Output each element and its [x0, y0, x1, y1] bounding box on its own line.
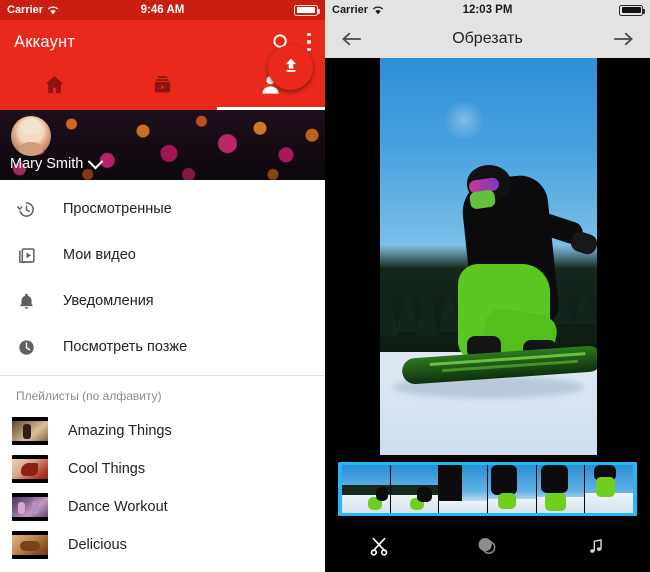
list-item[interactable]: Delicious	[0, 526, 325, 564]
filmstrip-frame[interactable]	[439, 465, 489, 513]
page-title: Аккаунт	[14, 32, 76, 51]
subscriptions-icon	[152, 74, 173, 100]
status-bar-carrier-group: Carrier	[7, 4, 59, 16]
status-bar-right: Carrier 12:03 PM	[325, 0, 650, 20]
tab-subscriptions[interactable]	[108, 64, 216, 110]
tab-home[interactable]	[0, 64, 108, 110]
filmstrip-frame[interactable]	[488, 465, 537, 513]
trim-toolbar	[325, 524, 650, 572]
battery-full-icon	[619, 4, 645, 16]
playlist-label: Dance Workout	[68, 499, 168, 515]
upload-button[interactable]	[268, 45, 313, 90]
wifi-icon	[47, 6, 59, 15]
wifi-icon	[372, 6, 384, 15]
chevron-down-icon	[88, 153, 104, 169]
carrier-label: Carrier	[7, 4, 44, 16]
menu-item-notifications[interactable]: Уведомления	[0, 278, 325, 324]
battery-full-icon	[294, 4, 320, 16]
account-switcher[interactable]: Mary Smith	[10, 153, 104, 172]
filmstrip-frame[interactable]	[585, 465, 634, 513]
filmstrip-frame[interactable]	[390, 465, 440, 513]
filmstrip-track[interactable]	[338, 462, 637, 516]
trim-filmstrip[interactable]	[325, 458, 650, 520]
menu-item-label: Просмотренные	[63, 201, 172, 217]
page-title: Обрезать	[452, 30, 523, 47]
menu-item-label: Мои видео	[63, 247, 136, 263]
playlist-thumbnail	[12, 417, 48, 445]
trim-body	[325, 58, 650, 572]
playlist-label: Cool Things	[68, 461, 146, 477]
scissors-icon	[368, 535, 390, 562]
video-frame	[380, 58, 597, 455]
playlist-thumbnail	[12, 493, 48, 521]
arrow-left-icon[interactable]	[341, 31, 363, 47]
youtube-account-screen: Carrier 9:46 AM Аккаунт Mary Smith Просм…	[0, 0, 325, 572]
playlist-thumbnail	[12, 455, 48, 483]
menu-item-label: Уведомления	[63, 293, 154, 309]
trim-app-bar: Обрезать	[325, 20, 650, 58]
menu-item-watch-later[interactable]: Посмотреть позже	[0, 324, 325, 370]
menu-item-my-videos[interactable]: Мои видео	[0, 232, 325, 278]
menu-item-label: Посмотреть позже	[63, 339, 188, 355]
carrier-label: Carrier	[332, 4, 369, 16]
list-item[interactable]: Cool Things	[0, 450, 325, 488]
filter-tool[interactable]	[433, 535, 541, 562]
account-menu-list: Просмотренные Мои видео Уведомления Посм…	[0, 180, 325, 564]
video-trim-screen: Carrier 12:03 PM Обрезать	[325, 0, 650, 572]
history-icon	[16, 199, 46, 220]
filmstrip-frame[interactable]	[536, 465, 586, 513]
arrow-right-icon[interactable]	[612, 31, 634, 47]
status-bar-carrier-group: Carrier	[332, 4, 384, 16]
avatar[interactable]	[11, 116, 51, 156]
playlist-label: Amazing Things	[68, 423, 172, 439]
home-icon	[43, 73, 66, 101]
music-note-icon	[586, 536, 606, 561]
music-tool[interactable]	[542, 536, 650, 561]
video-preview[interactable]	[325, 58, 650, 455]
dual-screenshot-container: Carrier 9:46 AM Аккаунт Mary Smith Просм…	[0, 0, 650, 572]
upload-icon	[281, 55, 301, 80]
filmstrip-frame[interactable]	[342, 465, 391, 513]
playlist-label: Delicious	[68, 537, 127, 553]
channel-banner: Mary Smith	[0, 110, 325, 180]
trim-tool[interactable]	[325, 535, 433, 562]
playlists-section-header: Плейлисты (по алфавиту)	[16, 389, 162, 403]
bell-icon	[16, 291, 46, 312]
filter-circles-icon	[476, 535, 498, 562]
more-vertical-icon[interactable]	[307, 33, 311, 51]
list-item[interactable]: Dance Workout	[0, 488, 325, 526]
status-bar-left: Carrier 9:46 AM	[0, 0, 325, 20]
username-label: Mary Smith	[10, 156, 84, 172]
menu-item-history[interactable]: Просмотренные	[0, 186, 325, 232]
playlist-thumbnail	[12, 531, 48, 559]
list-item[interactable]: Amazing Things	[0, 412, 325, 450]
clock-icon	[16, 337, 46, 358]
my-videos-icon	[16, 245, 46, 266]
